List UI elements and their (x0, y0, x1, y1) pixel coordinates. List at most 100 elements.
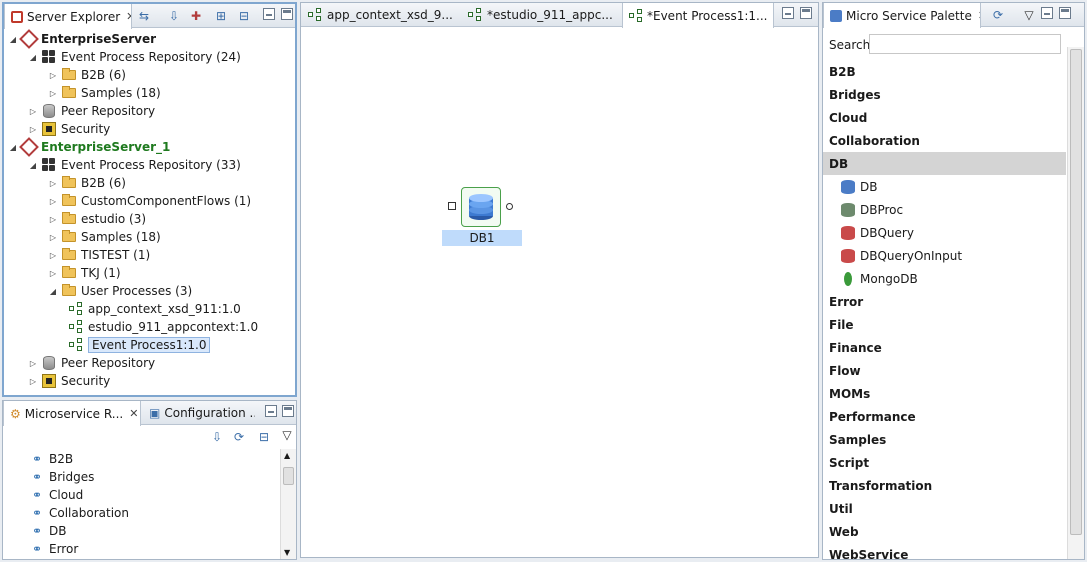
maximize-icon[interactable] (282, 405, 294, 417)
tree-item[interactable]: ▷ Security (28, 120, 110, 138)
collapse-all-icon[interactable]: ⊟ (236, 8, 252, 24)
palette-category[interactable]: B2B (823, 60, 1066, 83)
scroll-down-icon[interactable]: ▼ (284, 548, 290, 557)
palette-scrollbar[interactable] (1067, 47, 1084, 559)
expand-arrow-icon[interactable]: ▷ (28, 125, 38, 134)
scroll-thumb[interactable] (283, 467, 294, 485)
palette-category[interactable]: Collaboration (823, 129, 1066, 152)
palette-category[interactable]: Error (823, 290, 1066, 313)
expand-arrow-icon[interactable]: ▷ (48, 179, 58, 188)
maximize-icon[interactable] (800, 7, 812, 19)
expand-arrow-icon[interactable]: ▷ (28, 377, 38, 386)
tab-server-explorer[interactable]: Server Explorer ✕ (4, 4, 132, 29)
palette-category[interactable]: Script (823, 451, 1066, 474)
collapse-arrow-icon[interactable]: ◢ (8, 143, 18, 152)
close-icon[interactable]: ✕ (129, 407, 138, 420)
palette-category[interactable]: Util (823, 497, 1066, 520)
list-item[interactable]: ⚭ Bridges (29, 468, 94, 486)
view-menu-icon[interactable]: ▽ (279, 427, 295, 443)
expand-arrow-icon[interactable]: ▷ (48, 89, 58, 98)
tab-editor-app-context[interactable]: app_context_xsd_9... (301, 3, 461, 27)
expand-arrow-icon[interactable]: ▷ (48, 233, 58, 242)
palette-item[interactable]: DB (841, 175, 877, 198)
palette-category[interactable]: Cloud (823, 106, 1066, 129)
close-icon[interactable]: ✕ (773, 9, 774, 22)
tree-item[interactable]: ▷ Peer Repository (28, 354, 155, 372)
tab-palette[interactable]: Micro Service Palette ✕ (823, 3, 981, 28)
expand-arrow-icon[interactable]: ▷ (28, 359, 38, 368)
maximize-icon[interactable] (281, 8, 293, 20)
refresh-icon[interactable]: ⟳ (231, 429, 247, 445)
tree-item[interactable]: ◢ EnterpriseServer_1 (8, 137, 170, 157)
expand-arrow-icon[interactable]: ▷ (48, 215, 58, 224)
refresh-icon[interactable]: ⟳ (990, 7, 1006, 23)
tree-item[interactable]: ▷ Samples (18) (48, 228, 161, 246)
db-node[interactable] (461, 187, 501, 227)
link-editor-icon[interactable]: ⇆ (136, 8, 152, 24)
list-item[interactable]: ⚭ DB (29, 522, 67, 540)
tree-item[interactable]: ▷ B2B (6) (48, 174, 126, 192)
collapse-arrow-icon[interactable]: ◢ (48, 287, 58, 296)
tree-item[interactable]: ◢ User Processes (3) (48, 282, 192, 300)
maximize-icon[interactable] (1059, 7, 1071, 19)
palette-category[interactable]: MOMs (823, 382, 1066, 405)
list-item[interactable]: ⚭ Collaboration (29, 504, 129, 522)
tree-item[interactable]: ▷ CustomComponentFlows (1) (48, 192, 251, 210)
palette-category[interactable]: Transformation (823, 474, 1066, 497)
palette-category[interactable]: Flow (823, 359, 1066, 382)
collapse-arrow-icon[interactable]: ◢ (8, 35, 18, 44)
tab-microservice[interactable]: ⚙ Microservice R... ✕ (3, 401, 141, 426)
minimize-icon[interactable] (265, 405, 277, 417)
expand-arrow-icon[interactable]: ▷ (48, 251, 58, 260)
microservice-scrollbar[interactable]: ▲ ▼ (280, 449, 296, 559)
tab-editor-estudio[interactable]: *estudio_911_appc... (461, 3, 621, 27)
expand-arrow-icon[interactable]: ▷ (28, 107, 38, 116)
scroll-up-icon[interactable]: ▲ (284, 451, 290, 460)
tree-item[interactable]: ▷ TKJ (1) (48, 264, 121, 282)
list-item[interactable]: ⚭ Cloud (29, 486, 83, 504)
expand-arrow-icon[interactable]: ▷ (48, 269, 58, 278)
expand-all-icon[interactable]: ⊞ (213, 8, 229, 24)
palette-item[interactable]: DBProc (841, 198, 903, 221)
list-item[interactable]: ⚭ Error (29, 540, 78, 558)
minimize-icon[interactable] (782, 7, 794, 19)
palette-category[interactable]: File (823, 313, 1066, 336)
scroll-thumb[interactable] (1070, 49, 1082, 535)
palette-category[interactable]: Finance (823, 336, 1066, 359)
palette-item[interactable]: DBQuery (841, 221, 914, 244)
palette-item[interactable]: DBQueryOnInput (841, 244, 962, 267)
tree-item[interactable]: ▷ Peer Repository (28, 102, 155, 120)
palette-category[interactable]: Web (823, 520, 1066, 543)
import-icon[interactable]: ⇩ (166, 8, 182, 24)
db-node-label[interactable]: DB1 (442, 230, 522, 246)
palette-item[interactable]: MongoDB (841, 267, 918, 290)
in-port[interactable] (448, 202, 456, 210)
tree-item[interactable]: Event Process1:1.0 (68, 336, 211, 354)
palette-category[interactable]: DB (823, 152, 1066, 175)
import-icon[interactable]: ⇩ (209, 429, 225, 445)
tree-item[interactable]: ◢ Event Process Repository (24) (28, 48, 241, 66)
expand-arrow-icon[interactable]: ▷ (48, 71, 58, 80)
close-icon[interactable]: ✕ (126, 10, 131, 23)
tree-item[interactable]: estudio_911_appcontext:1.0 (68, 318, 258, 336)
tab-configuration[interactable]: ▣ Configuration ... (143, 401, 255, 425)
add-server-icon[interactable]: ✚ (188, 8, 204, 24)
out-port[interactable] (506, 203, 513, 210)
tree-item[interactable]: ▷ TISTEST (1) (48, 246, 150, 264)
tree-item[interactable]: ▷ Samples (18) (48, 84, 161, 102)
tab-editor-event-process[interactable]: *Event Process1:1... ✕ (622, 3, 774, 28)
view-menu-icon[interactable]: ▽ (1021, 7, 1037, 23)
close-icon[interactable]: ✕ (978, 9, 980, 22)
tree-item[interactable]: ▷ B2B (6) (48, 66, 126, 84)
tree-item[interactable]: ◢ EnterpriseServer (8, 29, 156, 49)
minimize-icon[interactable] (263, 8, 275, 20)
search-input[interactable] (869, 34, 1061, 54)
palette-category[interactable]: Performance (823, 405, 1066, 428)
collapse-arrow-icon[interactable]: ◢ (28, 161, 38, 170)
palette-category[interactable]: Bridges (823, 83, 1066, 106)
tree-item[interactable]: app_context_xsd_911:1.0 (68, 300, 241, 318)
minimize-icon[interactable] (1041, 7, 1053, 19)
tree-item[interactable]: ◢ Event Process Repository (33) (28, 156, 241, 174)
collapse-all-icon[interactable]: ⊟ (256, 429, 272, 445)
expand-arrow-icon[interactable]: ▷ (48, 197, 58, 206)
